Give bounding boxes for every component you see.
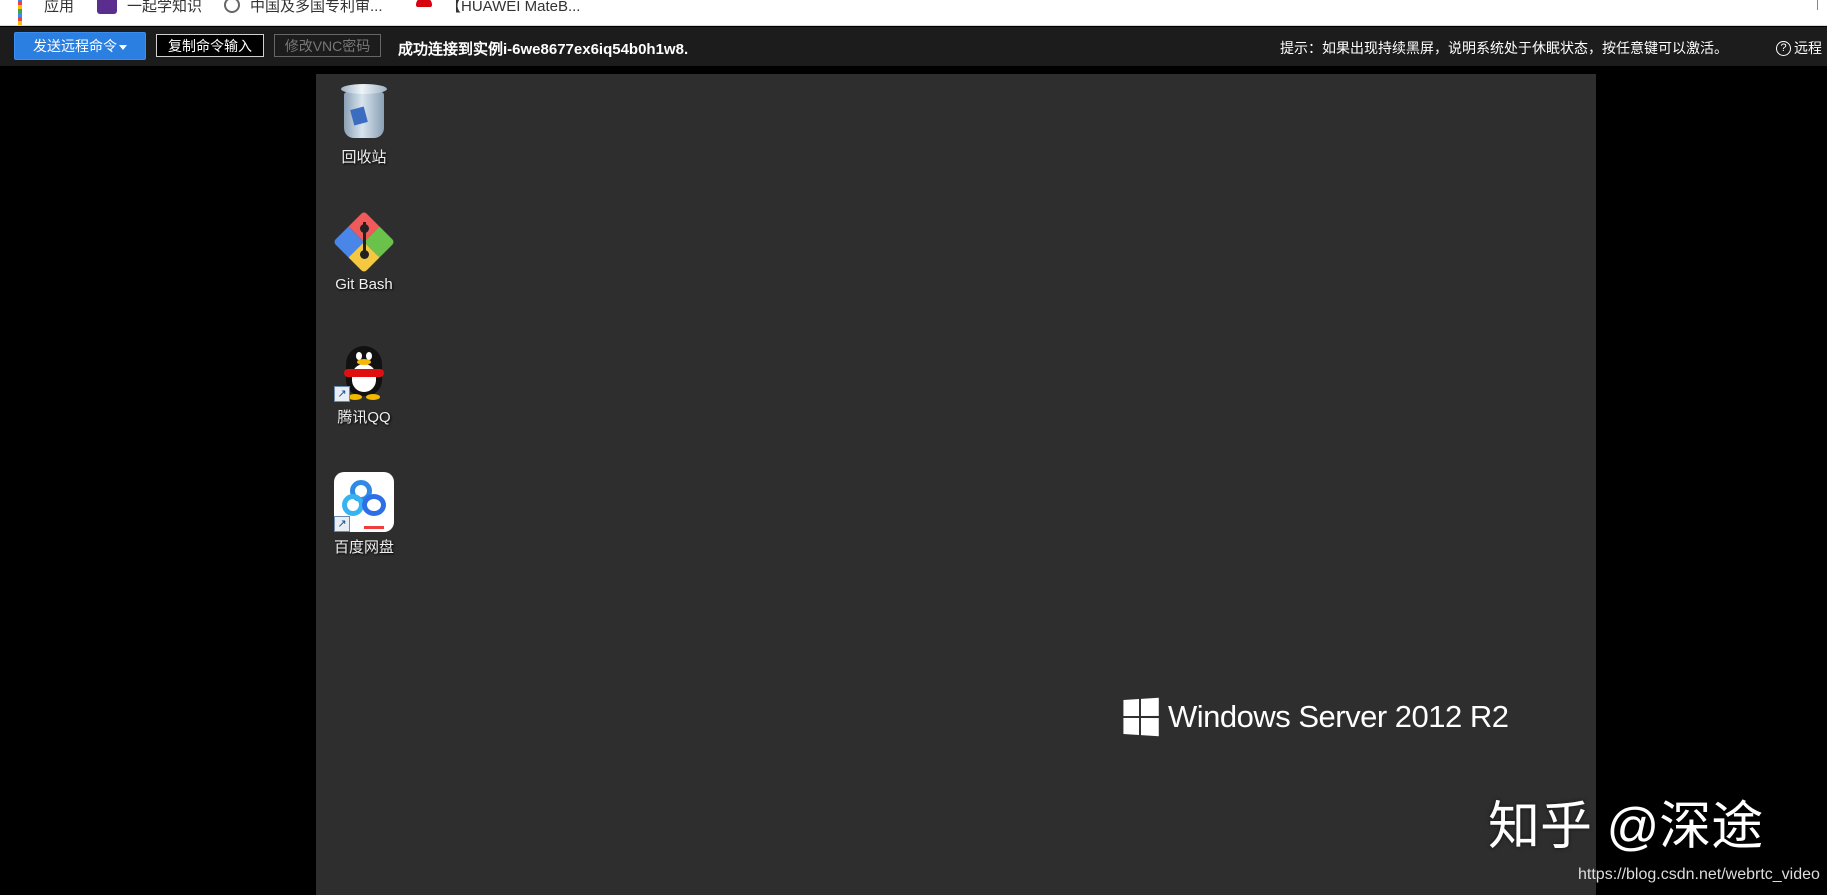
desktop-icon-label: Git Bash (335, 276, 393, 293)
shortcut-arrow-icon: ↗ (334, 516, 350, 532)
black-screen-hint: 提示：如果出现持续黑屏，说明系统处于休眠状态，按任意键可以激活。 (1280, 40, 1728, 56)
bookmark-label: 【HUAWEI MateB... (446, 0, 581, 15)
desktop-icon-label: 回收站 (341, 149, 387, 166)
remote-help-link[interactable]: ? 远程 (1776, 38, 1822, 58)
send-remote-command-label: 发送远程命令 (33, 38, 117, 54)
remote-help-label: 远程 (1794, 40, 1822, 56)
remote-desktop[interactable]: 回收站 Git Bash ↗ 腾讯QQ ↗ 百度网盘 Windows Serve… (316, 74, 1596, 895)
qq-penguin-icon: ↗ (334, 342, 394, 402)
connection-status: 成功连接到实例i-6we8677ex6iq54b0h1w8. (398, 41, 689, 58)
desktop-icon-baidu-netdisk[interactable]: ↗ 百度网盘 (316, 472, 412, 557)
git-bash-icon (332, 210, 396, 274)
bookmarks-overflow-icon[interactable] (1817, 0, 1827, 10)
bookmark-label: 中国及多国专利审... (250, 0, 383, 15)
source-url-watermark: https://blog.csdn.net/webrtc_video (1578, 866, 1820, 883)
recycle-bin-icon (334, 82, 394, 142)
desktop-icon-git-bash[interactable]: Git Bash (316, 210, 412, 293)
desktop-icon-recycle-bin[interactable]: 回收站 (316, 82, 412, 167)
bookmarks-bar: 应用 一起学知识 中国及多国专利审... 【HUAWEI MateB... (0, 0, 1827, 26)
apps-grid-icon (18, 0, 34, 25)
huawei-icon (412, 0, 436, 13)
zhihu-watermark: 知乎 @深途 (1488, 798, 1764, 856)
question-circle-icon: ? (1776, 40, 1791, 56)
bookmark-huawei[interactable]: 【HUAWEI MateB... (412, 0, 580, 16)
globe-icon (224, 0, 240, 13)
copy-command-input-button[interactable]: 复制命令输入 (156, 34, 264, 57)
bookmark-label: 应用 (44, 0, 75, 15)
bookmark-label: 一起学知识 (127, 0, 203, 15)
book-icon (97, 0, 117, 14)
os-branding-text: Windows Server 2012 R2 (1168, 699, 1509, 734)
send-remote-command-button[interactable]: 发送远程命令 (14, 32, 146, 60)
vnc-toolbar: 发送远程命令 复制命令输入 修改VNC密码 成功连接到实例i-6we8677ex… (0, 27, 1827, 66)
bookmark-apps[interactable]: 应用 (18, 0, 75, 25)
desktop-icon-qq[interactable]: ↗ 腾讯QQ (316, 342, 412, 427)
chevron-down-icon (119, 44, 127, 50)
desktop-icon-label: 百度网盘 (333, 539, 394, 556)
baidu-netdisk-icon: ↗ (334, 472, 394, 532)
shortcut-arrow-icon: ↗ (334, 386, 350, 402)
desktop-icon-label: 腾讯QQ (337, 409, 391, 426)
windows-logo-icon (1123, 697, 1159, 737)
bookmark-patent[interactable]: 中国及多国专利审... (224, 0, 383, 16)
bookmark-learn[interactable]: 一起学知识 (97, 0, 202, 16)
windows-server-branding: Windows Server 2012 R2 (1122, 697, 1509, 737)
change-vnc-password-button[interactable]: 修改VNC密码 (274, 34, 381, 57)
